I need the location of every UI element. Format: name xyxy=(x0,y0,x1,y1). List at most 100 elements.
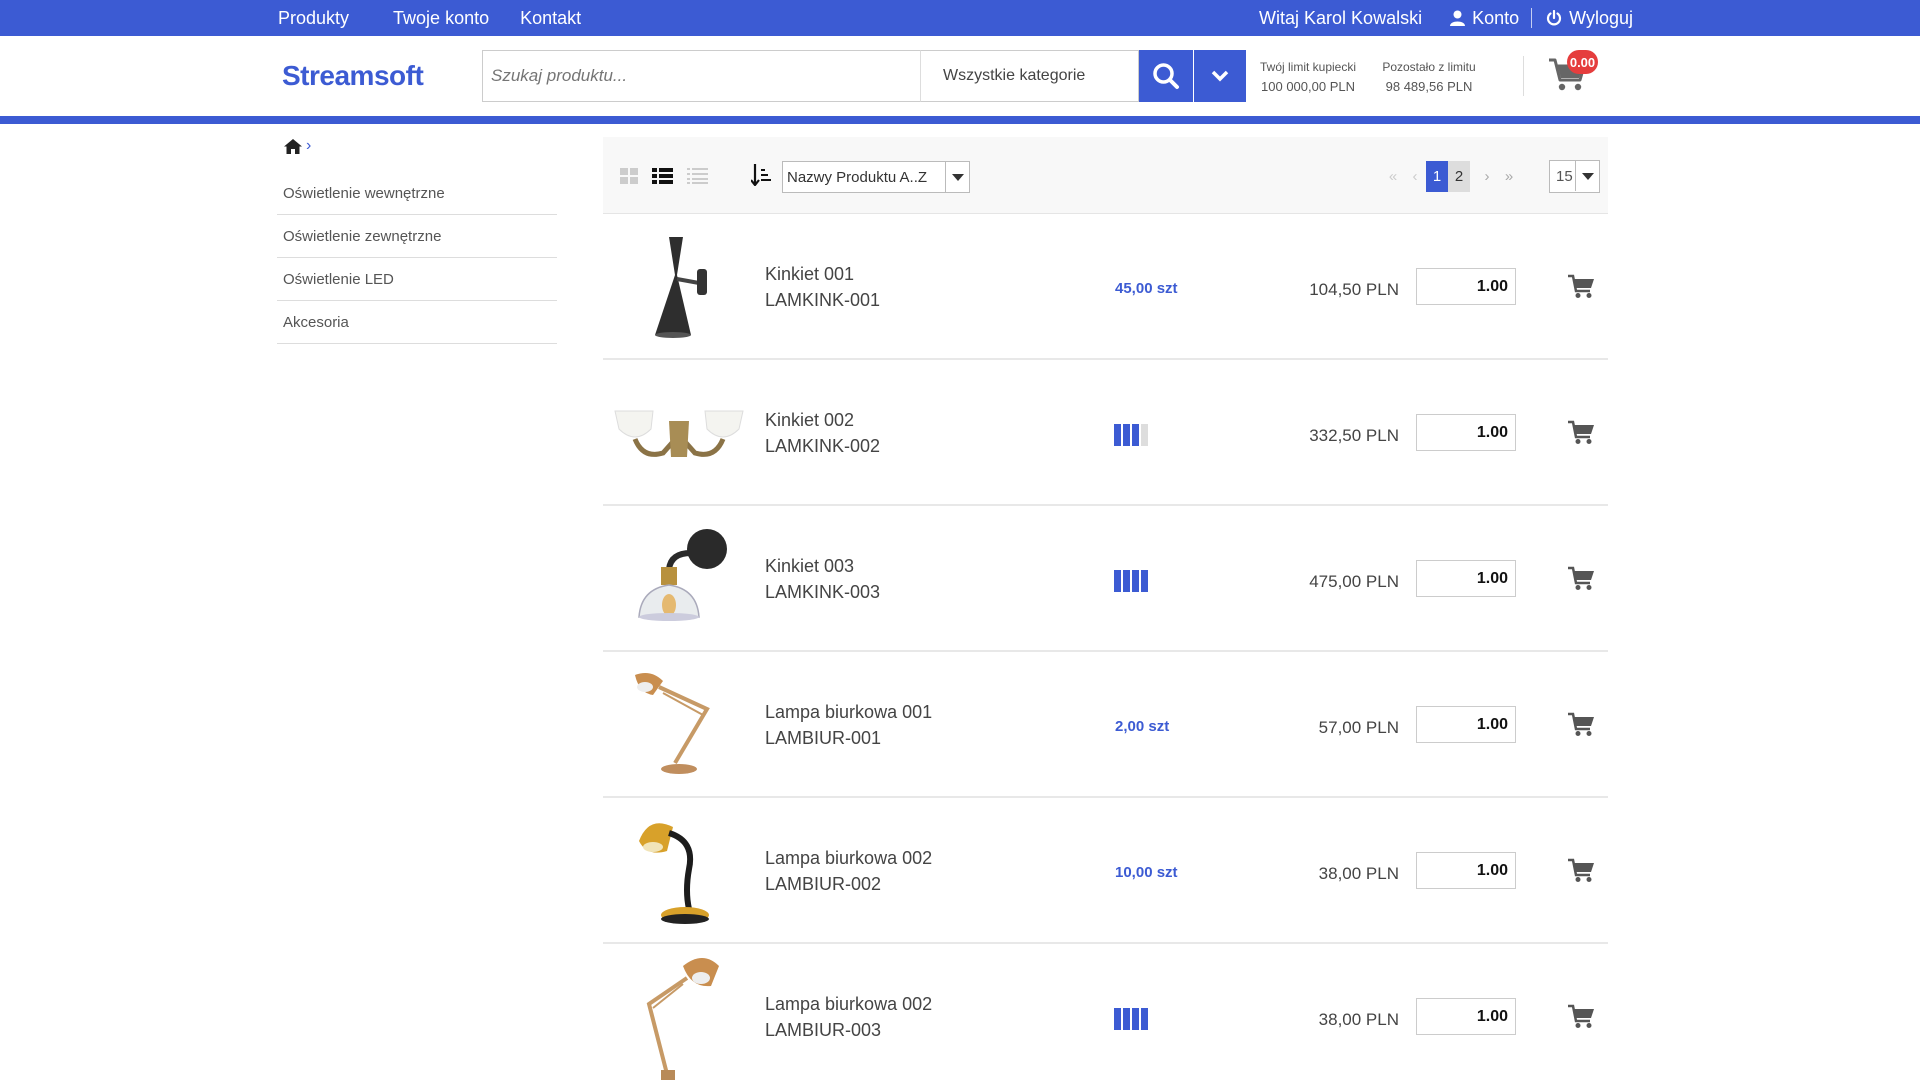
category-select[interactable]: Wszystkie kategorie xyxy=(920,50,1139,102)
search-options-button[interactable] xyxy=(1194,50,1246,102)
prev-page-icon[interactable]: ‹ xyxy=(1404,168,1426,185)
yellow-desk-lamp-image xyxy=(639,823,709,924)
add-to-cart-icon[interactable] xyxy=(1567,858,1595,884)
desk-lamp-image xyxy=(635,673,710,774)
grid-view-icon[interactable] xyxy=(620,168,639,184)
site-header: Streamsoft Wszystkie kategorie Twój limi… xyxy=(0,36,1920,116)
stock-quantity: 10,00 szt xyxy=(1115,864,1178,881)
product-code: LAMKINK-001 xyxy=(765,290,881,310)
product-name-block: Lampa biurkowa 002 LAMBIUR-003 xyxy=(765,991,932,1043)
last-page-icon[interactable]: » xyxy=(1498,168,1520,185)
product-name[interactable]: Kinkiet 002 xyxy=(765,407,880,433)
product-price: 104,50 PLN xyxy=(1309,280,1399,299)
next-page-icon[interactable]: › xyxy=(1476,168,1498,185)
category-item[interactable]: Oświetlenie wewnętrzne xyxy=(277,172,557,215)
product-image[interactable] xyxy=(613,512,745,646)
brand-logo[interactable]: Streamsoft xyxy=(282,60,424,92)
logout-label: Wyloguj xyxy=(1569,7,1633,28)
product-name[interactable]: Lampa biurkowa 002 xyxy=(765,991,932,1017)
quantity-input[interactable] xyxy=(1416,414,1516,451)
stock-bar xyxy=(1114,570,1121,592)
quantity-input[interactable] xyxy=(1416,706,1516,743)
breadcrumb-chevron-icon: › xyxy=(306,137,312,154)
main-nav: Produkty Twoje konto Kontakt xyxy=(278,0,625,36)
category-item[interactable]: Oświetlenie zewnętrzne xyxy=(277,215,557,258)
stock-bar xyxy=(1123,1008,1130,1030)
list-view-icon[interactable] xyxy=(652,168,673,184)
chevron-down-icon xyxy=(1211,70,1229,82)
stock-bar xyxy=(1141,424,1148,446)
product-name-block: Lampa biurkowa 002 LAMBIUR-002 xyxy=(765,845,932,897)
quantity-input[interactable] xyxy=(1416,998,1516,1035)
sort-select[interactable]: Nazwy Produktu A..Z xyxy=(782,161,970,193)
stock-quantity: 2,00 szt xyxy=(1115,718,1170,735)
logout-link[interactable]: Wyloguj xyxy=(1546,8,1633,29)
add-to-cart-icon[interactable] xyxy=(1567,274,1595,300)
pagination: « ‹ 1 2 › » xyxy=(1382,161,1520,192)
add-to-cart-icon[interactable] xyxy=(1567,566,1595,592)
stock-bar xyxy=(1141,570,1148,592)
stock-bar xyxy=(1132,1008,1139,1030)
nav-kontakt[interactable]: Kontakt xyxy=(520,8,581,29)
nav-separator xyxy=(1531,8,1533,28)
quantity-input[interactable] xyxy=(1416,268,1516,305)
credit-limit-label: Twój limit kupiecki xyxy=(1259,60,1357,74)
sort-select-value: Nazwy Produktu A..Z xyxy=(787,168,928,186)
stock-level-indicator xyxy=(1114,570,1150,592)
search-icon xyxy=(1153,63,1179,89)
per-page-value: 15 xyxy=(1556,168,1573,185)
home-icon[interactable] xyxy=(284,138,302,154)
account-label: Konto xyxy=(1472,7,1520,28)
credit-limit-value: 100 000,00 PLN xyxy=(1261,79,1355,94)
remaining-limit: Pozostało z limitu 98 489,56 PLN xyxy=(1374,58,1484,96)
add-to-cart-icon[interactable] xyxy=(1567,712,1595,738)
product-row: Lampa biurkowa 002 LAMBIUR-002 10,00 szt… xyxy=(603,798,1608,944)
page-2[interactable]: 2 xyxy=(1448,161,1470,192)
add-to-cart-icon[interactable] xyxy=(1567,420,1595,446)
add-to-cart-icon[interactable] xyxy=(1567,1004,1595,1030)
product-name[interactable]: Kinkiet 001 xyxy=(765,261,880,287)
product-image[interactable] xyxy=(613,220,745,354)
stock-level-indicator xyxy=(1114,1008,1150,1030)
nav-produkty[interactable]: Produkty xyxy=(278,8,349,29)
account-link[interactable]: Konto xyxy=(1450,8,1519,29)
product-name[interactable]: Lampa biurkowa 002 xyxy=(765,845,932,871)
product-image[interactable] xyxy=(613,950,745,1080)
product-code: LAMBIUR-003 xyxy=(765,1020,882,1040)
product-name-block: Kinkiet 003 LAMKINK-003 xyxy=(765,553,880,605)
compact-view-icon[interactable] xyxy=(687,168,708,184)
product-code: LAMKINK-003 xyxy=(765,582,881,602)
architect-lamp-image xyxy=(646,958,719,1080)
product-name[interactable]: Lampa biurkowa 001 xyxy=(765,699,932,725)
search-input[interactable] xyxy=(482,50,920,102)
credit-limit: Twój limit kupiecki 100 000,00 PLN xyxy=(1254,58,1362,96)
quantity-input[interactable] xyxy=(1416,852,1516,889)
nav-twoje-konto[interactable]: Twoje konto xyxy=(393,8,489,29)
quantity-input[interactable] xyxy=(1416,560,1516,597)
product-row: Kinkiet 002 LAMKINK-002 332,50 PLN xyxy=(603,360,1608,506)
product-image[interactable] xyxy=(613,658,745,792)
first-page-icon[interactable]: « xyxy=(1382,168,1404,185)
dropdown-arrow-icon xyxy=(1575,161,1599,191)
stock-level-indicator xyxy=(1114,424,1150,446)
product-price: 38,00 PLN xyxy=(1318,1010,1399,1029)
product-name[interactable]: Kinkiet 003 xyxy=(765,553,880,579)
category-item[interactable]: Oświetlenie LED xyxy=(277,258,557,301)
list-toolbar: Nazwy Produktu A..Z « ‹ 1 2 › » 15 xyxy=(603,137,1608,214)
product-code: LAMKINK-002 xyxy=(765,436,881,456)
product-image[interactable] xyxy=(613,804,745,938)
page-1[interactable]: 1 xyxy=(1426,161,1448,192)
stock-quantity: 45,00 szt xyxy=(1115,280,1178,297)
product-image[interactable] xyxy=(613,366,745,500)
stock-bar xyxy=(1114,1008,1121,1030)
category-item[interactable]: Akcesoria xyxy=(277,301,557,344)
header-divider xyxy=(1523,56,1524,96)
category-list: Oświetlenie wewnętrzne Oświetlenie zewnę… xyxy=(277,172,557,344)
sort-order-icon[interactable] xyxy=(751,164,771,186)
product-price: 38,00 PLN xyxy=(1318,864,1399,883)
remaining-limit-value: 98 489,56 PLN xyxy=(1385,79,1473,94)
per-page-select[interactable]: 15 xyxy=(1549,160,1600,193)
stock-bar xyxy=(1123,570,1130,592)
search-button[interactable] xyxy=(1139,50,1193,102)
remaining-limit-label: Pozostało z limitu xyxy=(1382,60,1476,74)
